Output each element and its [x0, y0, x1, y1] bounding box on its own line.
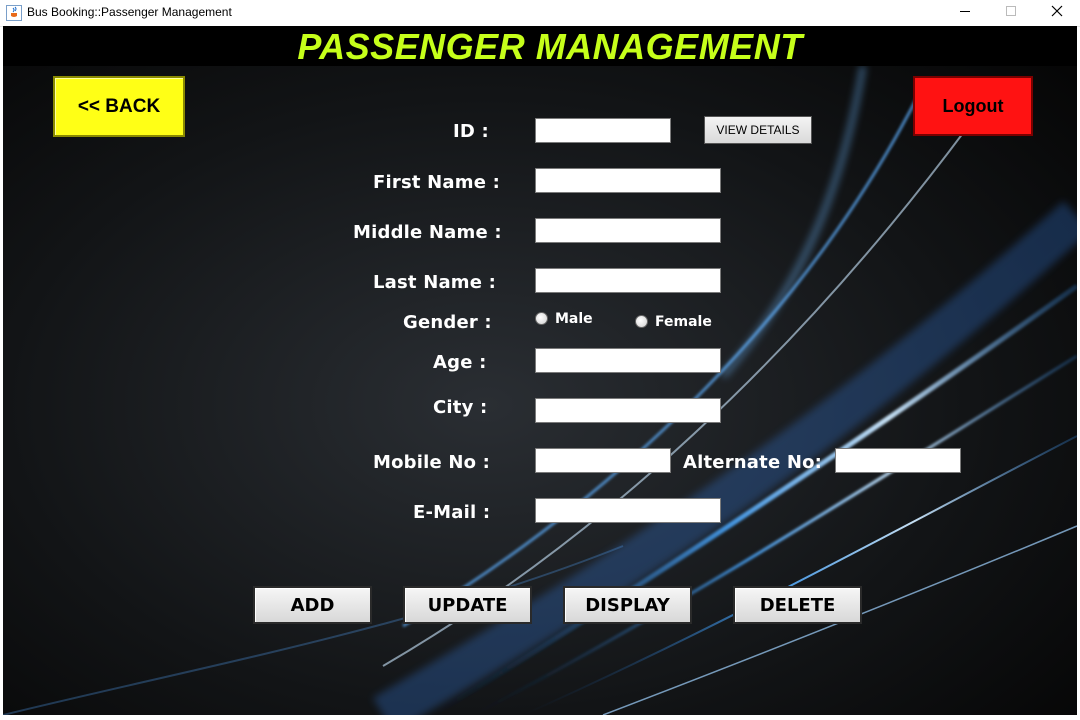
- close-icon: [1051, 4, 1063, 22]
- display-button[interactable]: DISPLAY: [563, 586, 692, 624]
- back-button[interactable]: << BACK: [53, 76, 185, 137]
- id-label: ID :: [453, 121, 489, 142]
- middle-name-input[interactable]: [535, 218, 721, 243]
- last-name-input[interactable]: [535, 268, 721, 293]
- alternate-input[interactable]: [835, 448, 961, 473]
- first-name-label: First Name :: [373, 172, 500, 193]
- alternate-label: Alternate No:: [683, 452, 823, 473]
- delete-button[interactable]: DELETE: [733, 586, 862, 624]
- city-label: City :: [433, 397, 488, 418]
- window-title: Bus Booking::Passenger Management: [27, 5, 232, 19]
- gender-male-label: Male: [555, 311, 593, 327]
- view-details-button[interactable]: VIEW DETAILS: [704, 116, 812, 144]
- close-button[interactable]: [1034, 0, 1080, 26]
- gender-female-radio[interactable]: [635, 315, 648, 328]
- last-name-label: Last Name :: [373, 272, 497, 293]
- minimize-button[interactable]: [942, 0, 988, 26]
- gender-male-radio[interactable]: [535, 312, 548, 325]
- maximize-icon: [1005, 4, 1017, 22]
- city-input[interactable]: [535, 398, 721, 423]
- logout-button[interactable]: Logout: [913, 76, 1033, 136]
- main-panel: PASSENGER MANAGEMENT << BACK Logout ID :…: [3, 26, 1077, 715]
- email-label: E-Mail :: [413, 502, 491, 523]
- mobile-input[interactable]: [535, 448, 671, 473]
- gender-label: Gender :: [403, 312, 492, 333]
- middle-name-label: Middle Name :: [353, 222, 502, 243]
- id-input[interactable]: [535, 118, 671, 143]
- header-bar: PASSENGER MANAGEMENT: [3, 26, 1077, 67]
- add-button[interactable]: ADD: [253, 586, 372, 624]
- java-cup-icon: [6, 5, 22, 21]
- update-button[interactable]: UPDATE: [403, 586, 532, 624]
- minimize-icon: [959, 4, 971, 22]
- age-label: Age :: [433, 352, 487, 373]
- first-name-input[interactable]: [535, 168, 721, 193]
- age-input[interactable]: [535, 348, 721, 373]
- email-input[interactable]: [535, 498, 721, 523]
- gender-female-label: Female: [655, 314, 712, 330]
- window-titlebar[interactable]: Bus Booking::Passenger Management: [0, 0, 1080, 27]
- mobile-label: Mobile No :: [373, 452, 491, 473]
- page-title: PASSENGER MANAGEMENT: [297, 26, 803, 67]
- maximize-button[interactable]: [988, 0, 1034, 26]
